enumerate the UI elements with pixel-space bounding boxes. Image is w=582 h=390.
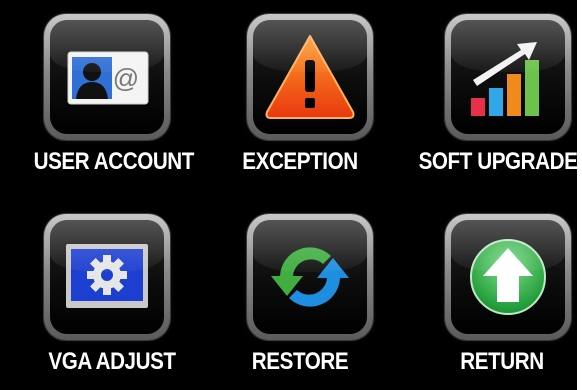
- return-button[interactable]: [445, 214, 571, 340]
- main-menu-screen: @ USER ACCOUNT EXCEPTION SOFT UPGRADE VG…: [0, 0, 577, 390]
- restore-label: RESTORE: [251, 348, 349, 375]
- return-label: RETURN: [460, 348, 544, 375]
- restore-button[interactable]: [247, 214, 373, 340]
- soft-upgrade-button[interactable]: [445, 14, 571, 140]
- exception-button[interactable]: [247, 14, 373, 140]
- upgrade-chart-icon: [471, 42, 539, 116]
- user-account-button[interactable]: @: [44, 14, 170, 140]
- user-account-label: USER ACCOUNT: [33, 148, 195, 175]
- warning-icon: [265, 35, 355, 119]
- vga-adjust-button[interactable]: [44, 214, 170, 340]
- gear-monitor-icon: [66, 244, 148, 308]
- vga-adjust-label: VGA ADJUST: [48, 348, 176, 375]
- user-account-icon: @: [67, 51, 149, 105]
- exception-label: EXCEPTION: [242, 148, 358, 175]
- svg-text:@: @: [113, 63, 139, 93]
- soft-upgrade-label: SOFT UPGRADE: [418, 148, 577, 175]
- restore-arrows-icon: [271, 247, 349, 307]
- return-arrow-icon: [470, 239, 546, 315]
